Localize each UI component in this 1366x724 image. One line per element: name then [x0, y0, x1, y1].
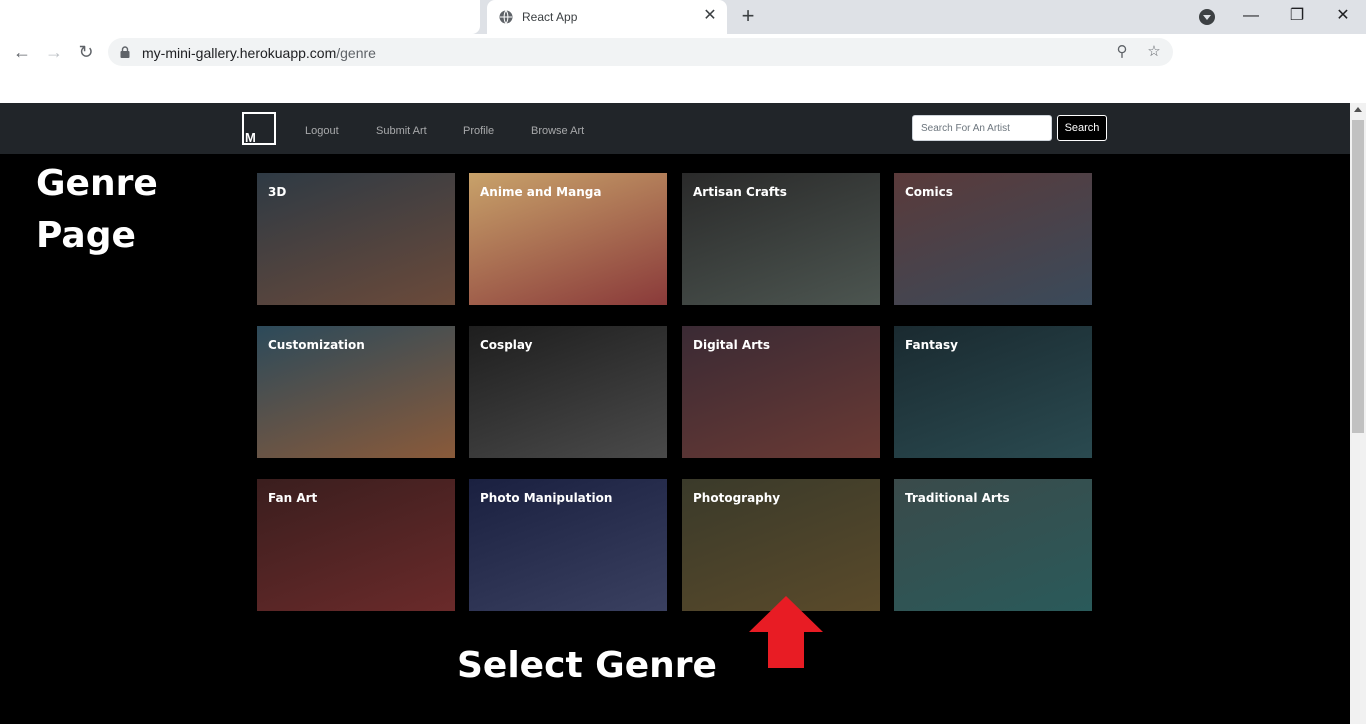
genre-card-image	[257, 173, 455, 305]
genre-card-title: Anime and Manga	[480, 185, 602, 199]
genre-page-annotation-line1: Genre	[36, 163, 158, 204]
url-path: /genre	[336, 45, 376, 61]
browser-tab-bar: React App ✕ + — ❐ ✕	[0, 0, 1366, 34]
page-top-white-strip	[0, 70, 1366, 103]
address-bar[interactable]: my-mini-gallery.herokuapp.com/genre ⚲ ☆	[108, 38, 1173, 66]
genre-card-title: Photo Manipulation	[480, 491, 613, 505]
zoom-icon[interactable]: ⚲	[1113, 43, 1131, 61]
genre-card-title: Customization	[268, 338, 365, 352]
nav-link-submit-art[interactable]: Submit Art	[376, 125, 427, 137]
genre-card-title: Cosplay	[480, 338, 533, 352]
browser-tab-active[interactable]: React App ✕	[487, 0, 727, 34]
genre-card-photo-manipulation[interactable]: Photo Manipulation	[469, 479, 667, 611]
genre-card-traditional-arts[interactable]: Traditional Arts	[894, 479, 1092, 611]
browser-toolbar: ← → ↻ my-mini-gallery.herokuapp.com/genr…	[0, 34, 1366, 70]
genre-card-anime-and-manga[interactable]: Anime and Manga	[469, 173, 667, 305]
url-text: my-mini-gallery.herokuapp.com/genre	[142, 45, 376, 61]
select-genre-annotation: Select Genre	[457, 645, 717, 686]
artist-search-input[interactable]	[912, 115, 1052, 141]
genre-card-3d[interactable]: 3D	[257, 173, 455, 305]
genre-card-cosplay[interactable]: Cosplay	[469, 326, 667, 458]
lock-icon	[120, 46, 130, 58]
window-close-icon[interactable]: ✕	[1328, 4, 1358, 28]
app-navbar: M Logout Submit Art Profile Browse Art S…	[0, 103, 1350, 154]
scroll-thumb[interactable]	[1352, 120, 1364, 433]
genre-card-title: Traditional Arts	[905, 491, 1010, 505]
back-icon[interactable]: ←	[10, 41, 34, 65]
genre-card-comics[interactable]: Comics	[894, 173, 1092, 305]
chrome-menu-dropdown-icon[interactable]	[1199, 9, 1215, 25]
genre-card-title: Digital Arts	[693, 338, 770, 352]
url-host: my-mini-gallery.herokuapp.com	[142, 45, 337, 61]
inactive-tab-area[interactable]	[0, 0, 480, 34]
genre-page-annotation-line2: Page	[36, 215, 136, 256]
genre-card-title: Comics	[905, 185, 953, 199]
genre-card-title: Artisan Crafts	[693, 185, 787, 199]
forward-icon[interactable]: →	[42, 41, 66, 65]
search-button[interactable]: Search	[1057, 115, 1107, 141]
red-arrow-up-icon	[749, 596, 823, 668]
minimize-icon[interactable]: —	[1236, 4, 1266, 28]
site-logo[interactable]: M	[242, 112, 276, 145]
restore-icon[interactable]: ❐	[1282, 4, 1312, 28]
genre-card-fan-art[interactable]: Fan Art	[257, 479, 455, 611]
genre-card-customization[interactable]: Customization	[257, 326, 455, 458]
genre-card-photography[interactable]: Photography	[682, 479, 880, 611]
page-scrollbar[interactable]	[1350, 103, 1366, 724]
genre-page-annotation: Genre Page	[36, 158, 158, 262]
genre-card-artisan-crafts[interactable]: Artisan Crafts	[682, 173, 880, 305]
nav-link-browse-art[interactable]: Browse Art	[531, 125, 584, 137]
logo-letter: M	[245, 130, 256, 145]
genre-card-title: Fan Art	[268, 491, 318, 505]
close-tab-icon[interactable]: ✕	[701, 7, 719, 25]
new-tab-icon[interactable]: +	[737, 5, 759, 28]
nav-link-logout[interactable]: Logout	[305, 125, 339, 137]
scroll-up-arrow-icon[interactable]	[1354, 107, 1362, 112]
nav-link-profile[interactable]: Profile	[463, 125, 494, 137]
reload-icon[interactable]: ↻	[74, 41, 98, 65]
genre-card-title: Photography	[693, 491, 781, 505]
genre-card-title: Fantasy	[905, 338, 958, 352]
bookmark-star-icon[interactable]: ☆	[1145, 43, 1163, 61]
genre-card-title: 3D	[268, 185, 287, 199]
genre-card-digital-arts[interactable]: Digital Arts	[682, 326, 880, 458]
tab-title: React App	[522, 10, 578, 24]
globe-icon	[499, 10, 513, 24]
genre-card-fantasy[interactable]: Fantasy	[894, 326, 1092, 458]
